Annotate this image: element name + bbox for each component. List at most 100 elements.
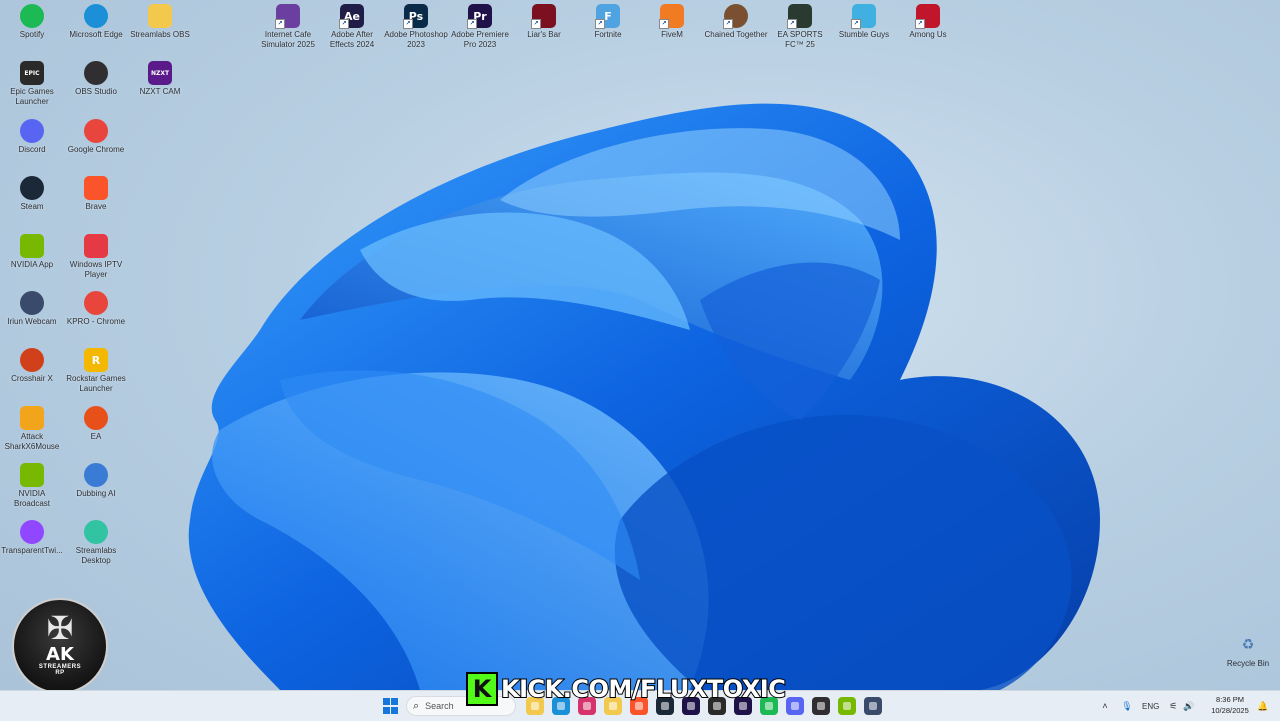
desktop-shortcut[interactable]: Attack SharkX6Mouse: [0, 402, 64, 451]
icon-glyph-text: EPIC: [24, 69, 40, 77]
recycle-bin-icon: ♻: [1241, 636, 1255, 652]
desktop-shortcut-label: Fortnite: [594, 30, 622, 39]
photoshop-icon: Ps ↗: [403, 4, 428, 29]
shortcut-arrow-icon: ↗: [723, 19, 733, 29]
desktop-shortcut[interactable]: KPRO - Chrome: [64, 287, 128, 327]
among-us-icon: ↗: [915, 4, 940, 29]
desktop-shortcut[interactable]: Steam: [0, 172, 64, 212]
ea-fc-icon: ↗: [787, 4, 812, 29]
desktop-shortcut[interactable]: ↗ Stumble Guys: [832, 0, 896, 40]
icon-glyph-text: NZXT: [150, 69, 170, 77]
desktop-shortcut-label: Streamlabs Desktop: [75, 546, 117, 565]
desktop-shortcut[interactable]: ↗ Among Us: [896, 0, 960, 40]
shortcut-arrow-icon: ↗: [275, 19, 285, 29]
premiere-icon: Pr ↗: [467, 4, 492, 29]
desktop-shortcut[interactable]: Crosshair X: [0, 344, 64, 384]
shortcut-arrow-icon: ↗: [339, 19, 349, 29]
shortcut-arrow-icon: ↗: [787, 19, 797, 29]
desktop-shortcut[interactable]: R Rockstar Games Launcher: [64, 344, 128, 393]
kick-logo-icon: K: [466, 672, 498, 706]
desktop-shortcut[interactable]: Microsoft Edge: [64, 0, 128, 40]
ak-streamers-logo-overlay: ✠ AK STREAMERS RP: [12, 598, 108, 694]
network-icon[interactable]: ⚟: [1169, 701, 1177, 712]
desktop-shortcut-label: Microsoft Edge: [69, 30, 123, 39]
desktop-shortcut[interactable]: Discord: [0, 115, 64, 155]
folder-icon: [148, 4, 172, 28]
desktop-shortcut[interactable]: TransparentTwi...: [0, 516, 64, 556]
chained-together-icon: ↗: [723, 4, 748, 29]
desktop-shortcut[interactable]: Google Chrome: [64, 115, 128, 155]
obs-icon: [84, 61, 108, 85]
discord-icon: [791, 702, 799, 710]
logo-text: AK: [46, 644, 74, 665]
kick-channel-url: KICK.COM/FLUXTOXIC: [500, 674, 787, 704]
desktop-shortcut[interactable]: Spotify: [0, 0, 64, 40]
clock-date: 10/28/2025: [1211, 706, 1249, 715]
desktop-shortcut[interactable]: ↗ Internet Cafe Simulator 2025: [256, 0, 320, 49]
desktop-shortcut[interactable]: ↗ Liar's Bar: [512, 0, 576, 40]
desktop-shortcut-label: FiveM: [661, 30, 683, 39]
microphone-icon[interactable]: 🎙: [1118, 701, 1136, 712]
desktop-shortcut-label: Brave: [85, 202, 107, 211]
desktop-shortcut[interactable]: OBS Studio: [64, 57, 128, 97]
iptv-player-icon: [84, 234, 108, 258]
desktop-shortcut[interactable]: EA: [64, 402, 128, 442]
language-indicator[interactable]: ENG: [1142, 702, 1159, 711]
notification-button[interactable]: 🔔: [1257, 691, 1268, 721]
desktop-shortcut-label: Epic Games Launcher: [10, 87, 54, 106]
desktop-shortcut[interactable]: Windows IPTV Player: [64, 230, 128, 279]
desktop-shortcut-label: Chained Together: [704, 30, 768, 39]
desktop-shortcut-label: Liar's Bar: [527, 30, 561, 39]
fivem-icon: ↗: [659, 4, 684, 29]
taskbar-discord-button[interactable]: [786, 697, 804, 715]
desktop-shortcut[interactable]: ↗ FiveM: [640, 0, 704, 40]
taskbar-nvidia-button[interactable]: [838, 697, 856, 715]
show-hidden-icons-chevron-icon[interactable]: ˄: [1098, 701, 1112, 711]
webcam-icon: [20, 291, 44, 315]
icon-glyph-text: F: [604, 9, 612, 23]
desktop-shortcut[interactable]: Iriun Webcam: [0, 287, 64, 327]
desktop-shortcut[interactable]: Pr ↗ Adobe Premiere Pro 2023: [448, 0, 512, 49]
desktop-shortcut[interactable]: F ↗ Fortnite: [576, 0, 640, 40]
desktop-shortcut-label: Streamlabs OBS: [130, 30, 190, 39]
desktop-shortcut-label: Google Chrome: [67, 145, 125, 154]
windows-logo-icon: [382, 697, 398, 715]
wallpaper-bloom: [188, 103, 1101, 690]
desktop-shortcut-label: Adobe After Effects 2024: [329, 30, 375, 49]
notification-bell-icon: 🔔: [1257, 700, 1269, 711]
desktop-shortcut[interactable]: ↗ Chained Together: [704, 0, 768, 40]
taskbar-obs-button[interactable]: [812, 697, 830, 715]
desktop-shortcut-label: NVIDIA Broadcast: [13, 489, 51, 508]
system-tray: ˄ 🎙 ENG ⚟ 🔊: [1098, 691, 1194, 721]
discord-icon: [20, 119, 44, 143]
game-icon: ↗: [275, 4, 300, 29]
desktop-shortcut[interactable]: Streamlabs Desktop: [64, 516, 128, 565]
desktop-shortcut[interactable]: NVIDIA App: [0, 230, 64, 270]
taskbar-webcam-button[interactable]: [864, 697, 882, 715]
desktop-shortcut-label: Stumble Guys: [838, 30, 890, 39]
desktop-shortcut[interactable]: Streamlabs OBS: [128, 0, 192, 40]
desktop-shortcut[interactable]: NZXT NZXT CAM: [128, 57, 192, 97]
desktop-shortcut[interactable]: Ae ↗ Adobe After Effects 2024: [320, 0, 384, 49]
taskbar-clock[interactable]: 8:36 PM 10/28/2025: [1204, 694, 1256, 716]
edge-icon: [84, 4, 108, 28]
desktop-shortcut-label: Windows IPTV Player: [69, 260, 123, 279]
spotify-icon: [20, 4, 44, 28]
streamlabs-icon: [84, 520, 108, 544]
volume-icon[interactable]: 🔊: [1183, 701, 1194, 712]
recycle-bin-label: Recycle Bin: [1226, 659, 1270, 668]
desktop-shortcut[interactable]: NVIDIA Broadcast: [0, 459, 64, 508]
desktop-shortcut[interactable]: EPIC Epic Games Launcher: [0, 57, 64, 106]
desktop-shortcut[interactable]: Brave: [64, 172, 128, 212]
shortcut-arrow-icon: ↗: [595, 19, 605, 29]
desktop-shortcut-label: Steam: [20, 202, 44, 211]
desktop-shortcut-label: NZXT CAM: [139, 87, 181, 96]
shortcut-arrow-icon: ↗: [467, 19, 477, 29]
desktop-shortcut[interactable]: Ps ↗ Adobe Photoshop 2023: [384, 0, 448, 49]
recycle-bin-shortcut[interactable]: ♻ Recycle Bin: [1226, 636, 1270, 668]
ea-icon: [84, 406, 108, 430]
epic-games-icon: EPIC: [20, 61, 44, 85]
desktop-shortcut[interactable]: Dubbing AI: [64, 459, 128, 499]
desktop-shortcut[interactable]: ↗ EA SPORTS FC™ 25: [768, 0, 832, 49]
start-button[interactable]: [381, 697, 399, 715]
